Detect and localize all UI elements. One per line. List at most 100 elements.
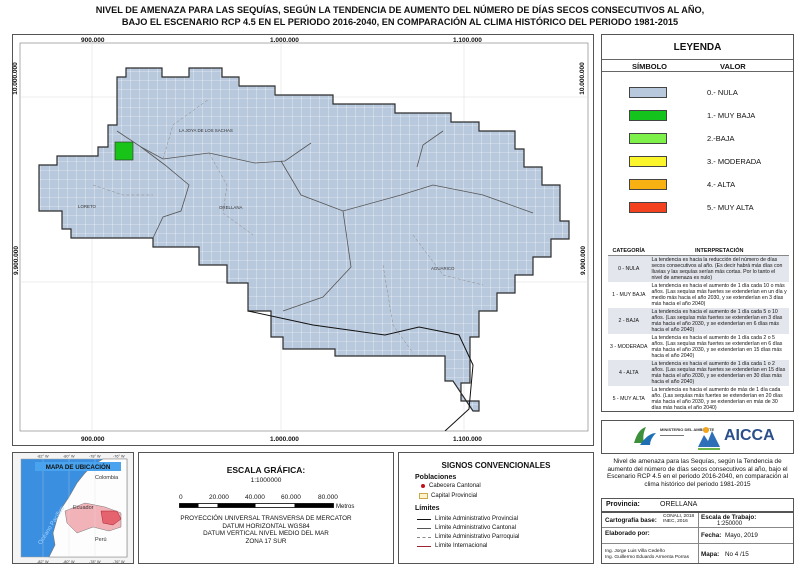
province-grid — [38, 67, 570, 412]
interp-cat: 2 - BAJA — [608, 308, 650, 334]
interp-cat: 0 - NULA — [608, 255, 650, 282]
legend-swatch — [629, 133, 667, 144]
lon-tick: -82° W — [37, 560, 49, 564]
signs-poblaciones: Poblaciones — [415, 474, 457, 481]
author-2: Ing. Guillermo Eduardo Armenta Porras — [605, 555, 689, 560]
scale-panel: ESCALA GRÁFICA: 1:1000000 0 20.000 40.00… — [138, 452, 394, 564]
label-aguarico: AGUARICO — [431, 266, 455, 271]
map-number-value: No 4 /15 — [725, 551, 749, 558]
projection-line: PROYECCIÓN UNIVERSAL TRANSVERSA DE MERCA… — [180, 515, 352, 522]
lim-parr-icon — [417, 537, 431, 538]
legend-swatch — [629, 179, 667, 190]
capital-provincial-icon — [419, 493, 428, 499]
map-title: NIVEL DE AMENAZA PARA LAS SEQUÍAS, SEGÚN… — [0, 4, 800, 28]
interp-text: La tendencia es hacia el aumento de más … — [651, 387, 783, 411]
made-label: Elaborado por: — [605, 530, 650, 537]
lon-tick: -78° W — [89, 455, 101, 459]
interp-cat: 4 - ALTA — [608, 360, 650, 386]
lon-tick: -80° W — [63, 560, 75, 564]
lim-int-icon — [417, 546, 431, 547]
date-label: Fecha: — [701, 532, 722, 539]
interp-cat: 5 - MUY ALTA — [612, 396, 645, 402]
lon-tick: -76° W — [113, 560, 125, 564]
scale-bar — [179, 503, 334, 508]
scale-ratio: 1:1000000 — [250, 477, 282, 484]
table-row: 4 - ALTA La tendencia es hacia el aumento… — [608, 360, 789, 386]
interp-head-cat: CATEGORÍA — [608, 247, 650, 256]
base-label: Cartografía base: — [605, 517, 657, 524]
map-number-label: Mapa: — [701, 551, 720, 558]
legend-label: 5.- MUY ALTA — [707, 203, 754, 212]
signs-lim-parr: Límite Administrativo Parroquial — [435, 534, 520, 540]
author-1: Ing. Jorge Luis Villa Cedeño — [605, 549, 665, 554]
legend-title: LEYENDA — [673, 42, 722, 53]
signs-lim-cant: Límite Administrativo Cantonal — [435, 525, 517, 531]
location-canvas: Océano Pacífico Colombia Ecuador Perú MA… — [13, 453, 133, 564]
date-value: Mayo, 2019 — [725, 532, 758, 539]
country-ecuador: Ecuador — [73, 505, 94, 511]
logo-panel: MINISTERIO DEL AMBIENTE AICCA — [601, 420, 794, 454]
projection-info: PROYECCIÓN UNIVERSAL TRANSVERSA DE MERCA… — [139, 515, 393, 545]
scale-label: Escala de Trabajo: — [701, 514, 757, 521]
label-joya-sachas: LA JOYA DE LOS SACHAS — [179, 128, 233, 133]
interp-text: La tendencia es hacia el aumento de 1 dí… — [649, 360, 789, 386]
lon-tick: -76° W — [113, 455, 125, 459]
info-block: Cartografía base: CONALI, 2018 INEC, 201… — [601, 512, 794, 564]
interp-text: La tendencia es hacia la reducción del n… — [649, 255, 789, 282]
table-row: 5 - MUY ALTA La tendencia es hacia el aum… — [608, 386, 789, 412]
map-description: Nivel de amenaza para las Sequías, según… — [606, 458, 789, 488]
province-value: ORELLANA — [660, 501, 698, 508]
lon-tick: -78° W — [89, 560, 101, 564]
location-map[interactable]: Océano Pacífico Colombia Ecuador Perú MA… — [12, 452, 134, 564]
conventional-signs-panel: SIGNOS CONVENCIONALES Poblaciones Cabece… — [398, 452, 594, 564]
cabecera-cantonal-icon — [421, 484, 425, 488]
scale-tick: 40.000 — [245, 494, 265, 501]
legend-label: 0.- NULA — [707, 88, 738, 97]
legend-swatch — [629, 202, 667, 213]
legend-label: 4.- ALTA — [707, 180, 736, 189]
interp-cat: 1 - MUY BAJA — [612, 292, 646, 298]
legend-panel: LEYENDA SÍMBOLO VALOR 0.- NULA 1.- MUY B… — [601, 34, 794, 412]
interp-text: La tendencia es hacia el aumento de 1 dí… — [649, 308, 789, 334]
country-peru: Perú — [95, 537, 107, 543]
interp-head-text: INTERPRETACIÓN — [649, 247, 789, 256]
projection-line: DATUM VERTICAL NIVEL MEDIO DEL MAR — [203, 530, 329, 538]
muy-baja-cell — [114, 141, 134, 161]
map-title-line2: BAJO EL ESCENARIO RCP 4.5 EN EL PERIODO … — [121, 17, 679, 27]
interp-text: La tendencia es hacia el aumento de 1 dí… — [651, 335, 783, 359]
province-row: Provincia: ORELLANA — [601, 498, 794, 512]
signs-limites: Límites — [415, 505, 440, 512]
table-row: 1 - MUY BAJA La tendencia es hacia el aum… — [608, 282, 789, 308]
legend-col-value: VALOR — [720, 62, 746, 71]
label-loreto: LORETO — [78, 204, 97, 209]
signs-cabecera: Cabecera Cantonal — [429, 483, 481, 489]
base-value: CONALI, 2018 INEC, 2016 — [663, 514, 695, 525]
lim-prov-icon — [417, 519, 431, 520]
scale-tick: 0 — [179, 494, 183, 501]
lon-tick: -80° W — [63, 455, 75, 459]
legend-label: 2.-BAJA — [707, 134, 735, 143]
legend-label: 3.- MODERADA — [707, 157, 762, 166]
signs-lim-int: Límite Internacional — [435, 543, 488, 549]
legend-swatch — [629, 156, 667, 167]
signs-title: SIGNOS CONVENCIONALES — [441, 461, 551, 470]
scale-title: ESCALA GRÁFICA: — [226, 465, 306, 475]
aicca-logo-text: AICCA — [724, 427, 775, 444]
legend-col-symbol: SÍMBOLO — [632, 62, 667, 71]
interp-text: La tendencia es hacia el aumento de 1 dí… — [651, 283, 787, 307]
scale-tick: 20.000 — [209, 494, 229, 501]
map-title-line1: NIVEL DE AMENAZA PARA LAS SEQUÍAS, SEGÚN… — [95, 5, 705, 15]
province-label: Provincia: — [606, 501, 640, 508]
lon-tick: -82° W — [37, 455, 49, 459]
lim-cant-icon — [417, 528, 431, 529]
interpretation-table: CATEGORÍA INTERPRETACIÓN 0 - NULA La tend… — [608, 247, 789, 412]
label-orellana: ORELLANA — [219, 205, 242, 210]
projection-line: DATUM HORIZONTAL WGS84 — [222, 522, 310, 530]
legend-swatch — [629, 87, 667, 98]
main-map[interactable]: 900.000 1.000.000 1.100.000 900.000 1.00… — [12, 34, 594, 446]
legend-swatch — [629, 110, 667, 121]
projection-line: ZONA 17 SUR — [245, 537, 287, 545]
scale-tick: 80.000 — [318, 494, 338, 501]
scale-tick: 60.000 — [281, 494, 301, 501]
interp-cat: 3 - MODERADA — [610, 344, 648, 350]
